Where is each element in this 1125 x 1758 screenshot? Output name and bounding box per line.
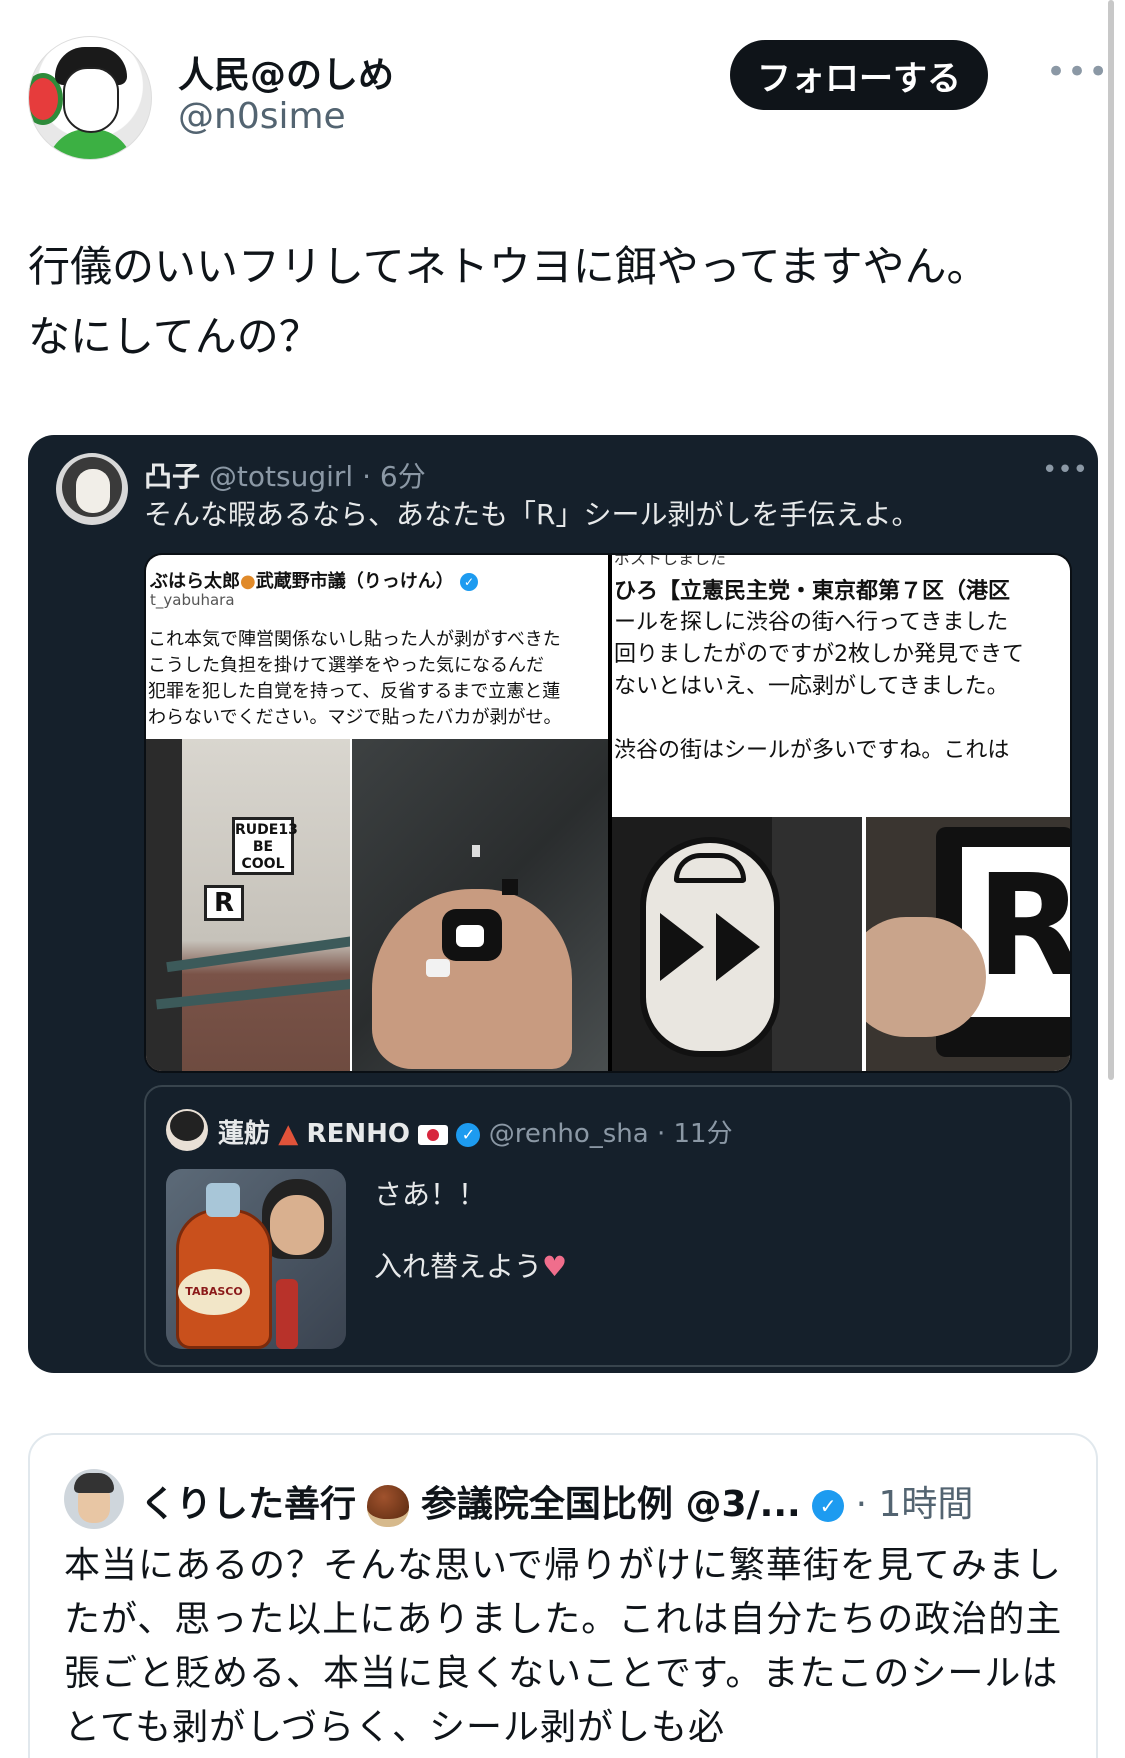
chestnut-icon bbox=[367, 1485, 410, 1527]
tower-icon: ▲ bbox=[278, 1119, 299, 1149]
second-author-name2[interactable]: 参議院全国比例 @3/... bbox=[421, 1484, 801, 1525]
screenshot-name: ぶはら太郎 bbox=[150, 571, 240, 592]
verified-badge-icon: ✓ bbox=[456, 1122, 481, 1147]
more-options-icon[interactable]: ••• bbox=[1046, 52, 1109, 92]
tweet-text-line: 行儀のいいフリしてネトウヨに餌やってますやん。 bbox=[28, 242, 989, 291]
scrollbar[interactable] bbox=[1108, 0, 1114, 1080]
second-author-name[interactable]: くりした善行 bbox=[140, 1484, 356, 1525]
quoted-author-name[interactable]: 凸子 bbox=[144, 460, 200, 493]
follow-button[interactable]: フォローする bbox=[730, 40, 988, 110]
verified-badge-icon: ✓ bbox=[812, 1490, 845, 1522]
media-image-right[interactable]: ポストしました ひろ【立憲民主党・東京都第７区（港区 ールを探しに渋谷の街へ行っ… bbox=[612, 555, 1070, 1071]
heart-icon: ♥ bbox=[542, 1250, 568, 1283]
media-image-left[interactable]: ぶはら太郎●武蔵野市議（りっけん） ✓ t_yabuhara これ本気で陣営関係… bbox=[146, 555, 608, 1071]
photo-r-sticker: R bbox=[866, 817, 1070, 1071]
nested-tweet-header: 蓮舫 ▲ RENHO ✓ @renho_sha · 11分 bbox=[218, 1113, 733, 1150]
second-tweet-time[interactable]: · 1時間 bbox=[856, 1484, 974, 1525]
quoted-media[interactable]: ぶはら太郎●武蔵野市議（りっけん） ✓ t_yabuhara これ本気で陣営関係… bbox=[144, 553, 1072, 1073]
second-tweet-header: くりした善行 参議院全国比例 @3/... ✓ · 1時間 bbox=[140, 1475, 973, 1527]
japan-flag-icon bbox=[418, 1124, 449, 1145]
screenshot-right-body: ールを探しに渋谷の街へ行ってきました 回りましたがのですが2枚しか発見できて な… bbox=[614, 610, 1024, 763]
photo-frog-sticker bbox=[612, 817, 862, 1071]
quoted-more-icon[interactable]: ••• bbox=[1042, 455, 1088, 485]
quoted-author-handle[interactable]: @totsugirl bbox=[209, 460, 353, 493]
second-tweet-text: 本当にあるの？そんな思いで帰りがけに繁華街を見てみましたが、思った以上にありまし… bbox=[64, 1545, 1063, 1748]
nested-author-name2[interactable]: RENHO bbox=[307, 1119, 410, 1149]
quoted-tweet-card[interactable]: 凸子 @totsugirl · 6分 ••• そんな暇あるなら、あなたも「R」シ… bbox=[28, 435, 1098, 1373]
author-display-name[interactable]: 人民@のしめ bbox=[178, 46, 394, 98]
photo-pole: RUDE13 BE COOL R bbox=[146, 739, 350, 1071]
nested-quoted-tweet[interactable]: 蓮舫 ▲ RENHO ✓ @renho_sha · 11分 TABASCO さあ… bbox=[144, 1085, 1072, 1367]
screenshot-body: これ本気で陣営関係ないし貼った人が剥がすべきた こうした負担を掛けて選挙をやった… bbox=[148, 629, 562, 728]
nested-tweet-line: 入れ替えよう♥ bbox=[374, 1250, 568, 1283]
screenshot-name-rest: 武蔵野市議（りっけん） bbox=[255, 571, 454, 592]
second-quoted-tweet[interactable]: くりした善行 参議院全国比例 @3/... ✓ · 1時間 本当にあるの？そんな… bbox=[28, 1433, 1098, 1758]
nested-tweet-line: さあ！！ bbox=[374, 1178, 487, 1211]
nested-author-handle[interactable]: @renho_sha bbox=[489, 1119, 649, 1149]
nested-tweet-time[interactable]: · 11分 bbox=[657, 1119, 733, 1149]
quoted-tweet-header: 凸子 @totsugirl · 6分 bbox=[144, 455, 426, 495]
nested-author-name[interactable]: 蓮舫 bbox=[218, 1119, 270, 1149]
tweet-text-line: なにしてんの？ bbox=[28, 312, 321, 361]
quoted-author-avatar[interactable] bbox=[56, 453, 128, 525]
tweet-text: 行儀のいいフリしてネトウヨに餌やってますやん。 なにしてんの？ bbox=[28, 232, 1078, 372]
screenshot-right-name: ひろ【立憲民主党・東京都第７区（港区 bbox=[614, 579, 1011, 604]
author-avatar[interactable] bbox=[28, 36, 152, 160]
author-handle[interactable]: @n0sime bbox=[178, 96, 346, 137]
quoted-tweet-text: そんな暇あるなら、あなたも「R」シール剥がしを手伝えよ。 bbox=[144, 498, 920, 531]
bottle-label: TABASCO bbox=[178, 1269, 250, 1315]
second-author-avatar[interactable] bbox=[64, 1469, 124, 1529]
photo-hand bbox=[352, 739, 608, 1071]
tweet-header: 人民@のしめ @n0sime フォローする ••• bbox=[28, 36, 1108, 166]
screenshot-handle: t_yabuhara bbox=[150, 591, 235, 609]
nested-media-thumbnail[interactable]: TABASCO bbox=[166, 1169, 346, 1349]
nested-author-avatar[interactable] bbox=[166, 1109, 208, 1151]
quoted-tweet-time[interactable]: · 6分 bbox=[362, 460, 426, 493]
screenshot-top-cut: ポストしました bbox=[614, 555, 727, 568]
